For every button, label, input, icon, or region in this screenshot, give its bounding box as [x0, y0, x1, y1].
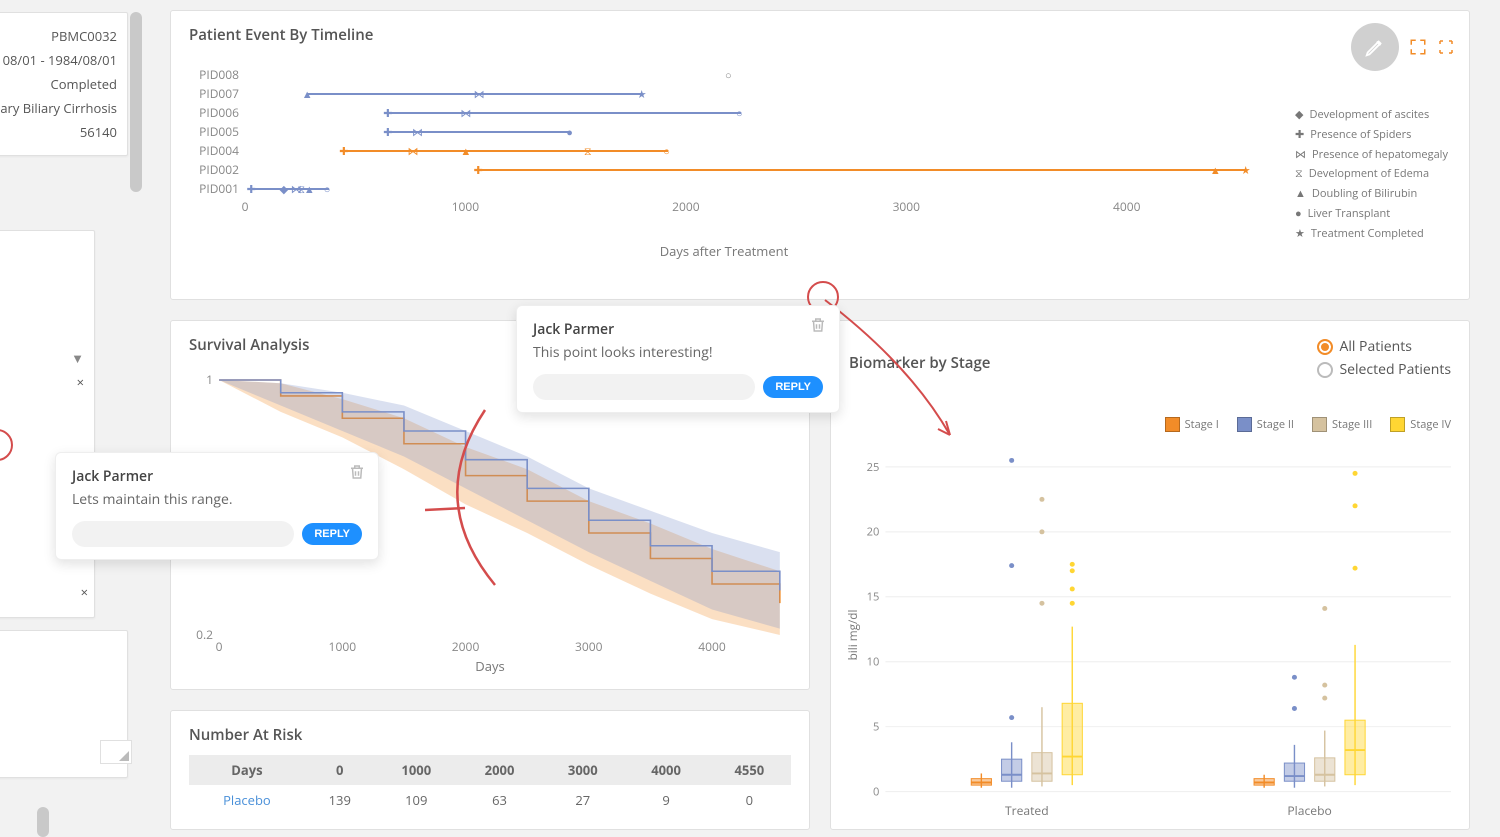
table-row: Placebo139109632790: [189, 785, 791, 815]
study-misc-number: 56140: [0, 123, 117, 141]
timeline-card: Patient Event By Timeline PID008○PID007▲…: [170, 10, 1470, 300]
resize-handle[interactable]: [100, 740, 132, 764]
study-id: PBMC0032: [0, 27, 117, 45]
trash-icon: [809, 316, 827, 334]
comment-author: Jack Parmer: [533, 320, 823, 339]
comment-author: Jack Parmer: [72, 467, 362, 486]
timeline-chart: PID008○PID007▲⋈★PID006✚⋈○PID005✚⋈●PID004…: [189, 65, 1259, 285]
study-disease: ary Biliary Cirrhosis: [0, 99, 117, 117]
reply-button[interactable]: REPLY: [763, 376, 823, 398]
patient-filter-radio: All Patients Selected Patients: [1317, 333, 1451, 383]
svg-text:15: 15: [867, 590, 880, 605]
close-icon[interactable]: ×: [0, 373, 84, 391]
trash-icon: [348, 463, 366, 481]
delete-comment-button[interactable]: [348, 463, 366, 485]
biomarker-chart: 0 5 10 15 20 25 bili mg/dl Treated Placebo: [845, 449, 1451, 821]
comment-bubble: Jack Parmer Lets maintain this range. RE…: [55, 452, 379, 560]
bowtie-icon: ⋈: [1295, 145, 1306, 165]
triangle-icon: ▲: [1295, 184, 1306, 204]
svg-text:4000: 4000: [698, 638, 726, 655]
card-title: Number At Risk: [189, 725, 791, 745]
dot-icon: ●: [1295, 204, 1302, 224]
card-title: Patient Event By Timeline: [189, 25, 1451, 45]
scrollbar-thumb[interactable]: [37, 807, 49, 837]
annotation-marker: [0, 429, 13, 461]
diamond-icon: ◆: [1295, 105, 1303, 125]
close-icon[interactable]: ×: [81, 583, 88, 601]
left-sidebar: PBMC0032 08/01 - 1984/08/01 Completed ar…: [0, 0, 150, 823]
table-header: Days010002000300040004550: [189, 755, 791, 785]
radio-all-patients[interactable]: All Patients: [1317, 337, 1451, 356]
study-date-range: 08/01 - 1984/08/01: [0, 51, 117, 69]
plus-icon: ✚: [1295, 125, 1304, 145]
reply-input[interactable]: [533, 374, 755, 400]
reply-input[interactable]: [72, 521, 294, 547]
pencil-icon: [1364, 36, 1386, 58]
biomarker-legend: Stage I Stage II Stage III Stage IV: [1165, 417, 1451, 432]
radio-dot-icon: [1317, 339, 1333, 355]
svg-text:25: 25: [867, 460, 880, 475]
study-summary-card: PBMC0032 08/01 - 1984/08/01 Completed ar…: [0, 12, 128, 156]
radio-selected-patients[interactable]: Selected Patients: [1317, 360, 1451, 379]
svg-text:20: 20: [867, 525, 880, 540]
svg-text:1000: 1000: [329, 638, 357, 655]
focus-icon[interactable]: [1437, 38, 1455, 56]
edit-button[interactable]: [1351, 23, 1399, 71]
scrollbar-thumb[interactable]: [130, 12, 142, 192]
hourglass-icon: ⧖: [1295, 164, 1303, 184]
risk-table: Days010002000300040004550 Placebo1391096…: [189, 755, 791, 815]
svg-text:10: 10: [867, 655, 880, 670]
study-status: Completed: [0, 75, 117, 93]
comment-message: This point looks interesting!: [533, 343, 823, 362]
star-icon: ★: [1295, 224, 1305, 244]
delete-comment-button[interactable]: [809, 316, 827, 338]
reply-button[interactable]: REPLY: [302, 523, 362, 545]
annotation-curve: [425, 400, 545, 600]
svg-text:Days: Days: [475, 657, 504, 675]
svg-text:0: 0: [216, 638, 223, 655]
risk-card: Number At Risk Days010002000300040004550…: [170, 710, 810, 830]
svg-text:2000: 2000: [452, 638, 480, 655]
svg-text:0: 0: [873, 785, 879, 800]
dropdown-caret-icon[interactable]: ▼: [71, 349, 84, 367]
expand-icon[interactable]: [1409, 38, 1427, 56]
svg-text:Treated: Treated: [1005, 803, 1049, 819]
comment-message: Lets maintain this range.: [72, 490, 362, 509]
radio-dot-icon: [1317, 362, 1333, 378]
svg-text:0.2: 0.2: [196, 626, 213, 643]
svg-text:Placebo: Placebo: [1287, 803, 1331, 819]
timeline-legend: ◆Development of ascites ✚Presence of Spi…: [1295, 105, 1455, 244]
annotation-arrow: [820, 295, 980, 455]
svg-text:5: 5: [873, 720, 879, 735]
svg-text:3000: 3000: [575, 638, 603, 655]
svg-text:1: 1: [206, 375, 213, 388]
comment-bubble: Jack Parmer This point looks interesting…: [516, 305, 840, 413]
svg-text:bili mg/dl: bili mg/dl: [845, 610, 861, 661]
